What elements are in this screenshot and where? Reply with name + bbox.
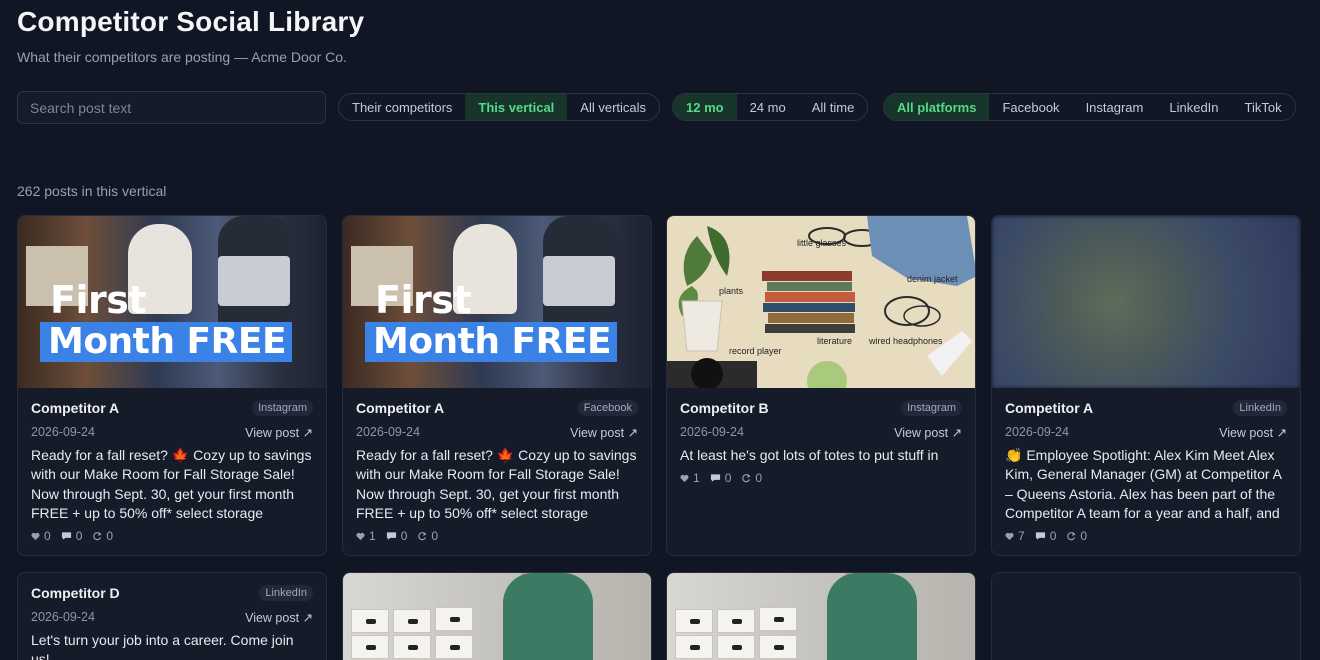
platform-badge: Instagram (901, 400, 962, 416)
range-option-24-mo[interactable]: 24 mo (737, 94, 799, 120)
post-card[interactable] (342, 572, 652, 660)
comment-count: 0 (400, 529, 408, 543)
post-date: 2026-09-24 (1005, 425, 1069, 439)
like-count: 1 (693, 471, 700, 485)
heart-icon (31, 532, 40, 541)
page-subtitle: What their competitors are posting — Acm… (17, 49, 347, 65)
competitor-name: Competitor A (1005, 400, 1094, 416)
competitor-name: Competitor D (31, 585, 120, 601)
share-count: 0 (431, 529, 439, 543)
post-text: Let's turn your job into a career. Come … (31, 632, 294, 660)
collage-label: little glasses (797, 238, 847, 248)
share-icon (92, 531, 102, 541)
post-text: Ready for a fall reset? 🍁 Cozy up to sav… (356, 447, 637, 521)
post-date: 2026-09-24 (356, 425, 420, 439)
platform-filter: All platforms Facebook Instagram LinkedI… (883, 93, 1296, 121)
comment-count: 0 (1049, 529, 1057, 543)
comment-icon (710, 473, 721, 483)
search-input[interactable] (17, 91, 326, 124)
scope-filter: Their competitors This vertical All vert… (338, 93, 661, 121)
view-post-link[interactable]: View post ↗ (245, 610, 313, 625)
view-post-link[interactable]: View post ↗ (1219, 425, 1287, 440)
range-option-12-mo[interactable]: 12 mo (673, 94, 737, 120)
collage-label: plants (719, 286, 744, 296)
platform-badge: LinkedIn (259, 585, 313, 601)
post-text: Ready for a fall reset? 🍁 Cozy up to sav… (31, 447, 312, 521)
platform-badge: Instagram (252, 400, 313, 416)
post-thumbnail[interactable] (667, 573, 975, 660)
heart-icon (680, 474, 689, 483)
scope-option-their-competitors[interactable]: Their competitors (339, 94, 465, 120)
heart-icon (356, 532, 365, 541)
collage-label: wired headphones (869, 336, 943, 346)
scope-option-this-vertical[interactable]: This vertical (465, 94, 568, 120)
view-post-link[interactable]: View post ↗ (570, 425, 638, 440)
platform-badge: Facebook (577, 400, 638, 416)
post-text: 👏 Employee Spotlight: Alex Kim Meet Alex… (1005, 447, 1282, 521)
comment-count: 0 (724, 471, 732, 485)
post-card[interactable]: Competitor D LinkedIn 2026-09-24 View po… (17, 572, 327, 660)
promo-headline-highlight: Month FREE (40, 322, 293, 362)
platform-option-all[interactable]: All platforms (884, 94, 990, 120)
competitor-name: Competitor B (680, 400, 769, 416)
post-date: 2026-09-24 (680, 425, 744, 439)
platform-option-instagram[interactable]: Instagram (1073, 94, 1157, 120)
range-filter: 12 mo 24 mo All time (672, 93, 869, 121)
post-card[interactable]: First Month FREE Competitor A Facebook 2… (342, 215, 652, 556)
like-count: 0 (44, 529, 51, 543)
share-count: 0 (755, 471, 763, 485)
scope-option-all-verticals[interactable]: All verticals (567, 94, 659, 120)
post-card[interactable]: Competitor A LinkedIn 2026-09-24 View po… (991, 215, 1301, 556)
post-card[interactable]: First Month FREE Competitor A Instagram … (17, 215, 327, 556)
promo-headline: First (375, 278, 472, 322)
post-date: 2026-09-24 (31, 425, 95, 439)
promo-headline-highlight: Month FREE (365, 322, 618, 362)
post-thumbnail[interactable]: First Month FREE (18, 216, 326, 388)
post-thumbnail[interactable]: little glasses denim jacket plants recor… (667, 216, 975, 388)
collage-label: literature (817, 336, 853, 346)
share-icon (417, 531, 427, 541)
results-count: 262 posts in this vertical (17, 183, 167, 199)
like-count: 7 (1018, 529, 1025, 543)
platform-badge: LinkedIn (1233, 400, 1287, 416)
post-thumbnail[interactable]: First Month FREE (343, 216, 651, 388)
post-text: At least he's got lots of totes to put s… (680, 447, 939, 463)
post-card[interactable] (991, 572, 1301, 660)
collage-label: record player (729, 346, 782, 356)
competitor-name: Competitor A (356, 400, 445, 416)
like-count: 1 (369, 529, 376, 543)
comment-icon (61, 531, 72, 541)
view-post-link[interactable]: View post ↗ (245, 425, 313, 440)
promo-headline: First (50, 278, 147, 322)
competitor-name: Competitor A (31, 400, 120, 416)
share-icon (741, 473, 751, 483)
platform-option-facebook[interactable]: Facebook (989, 94, 1072, 120)
collage-label: denim jacket (907, 274, 958, 284)
view-post-link[interactable]: View post ↗ (894, 425, 962, 440)
post-date: 2026-09-24 (31, 610, 95, 624)
platform-option-linkedin[interactable]: LinkedIn (1156, 94, 1231, 120)
platform-option-tiktok[interactable]: TikTok (1232, 94, 1295, 120)
comment-icon (1035, 531, 1046, 541)
post-thumbnail[interactable] (343, 573, 651, 660)
share-count: 0 (106, 529, 114, 543)
comment-count: 0 (75, 529, 83, 543)
range-option-all-time[interactable]: All time (799, 94, 868, 120)
post-card[interactable] (666, 572, 976, 660)
comment-icon (386, 531, 397, 541)
share-icon (1066, 531, 1076, 541)
page-title: Competitor Social Library (17, 6, 365, 37)
heart-icon (1005, 532, 1014, 541)
post-thumbnail[interactable] (992, 216, 1300, 388)
post-card[interactable]: little glasses denim jacket plants recor… (666, 215, 976, 556)
share-count: 0 (1080, 529, 1088, 543)
